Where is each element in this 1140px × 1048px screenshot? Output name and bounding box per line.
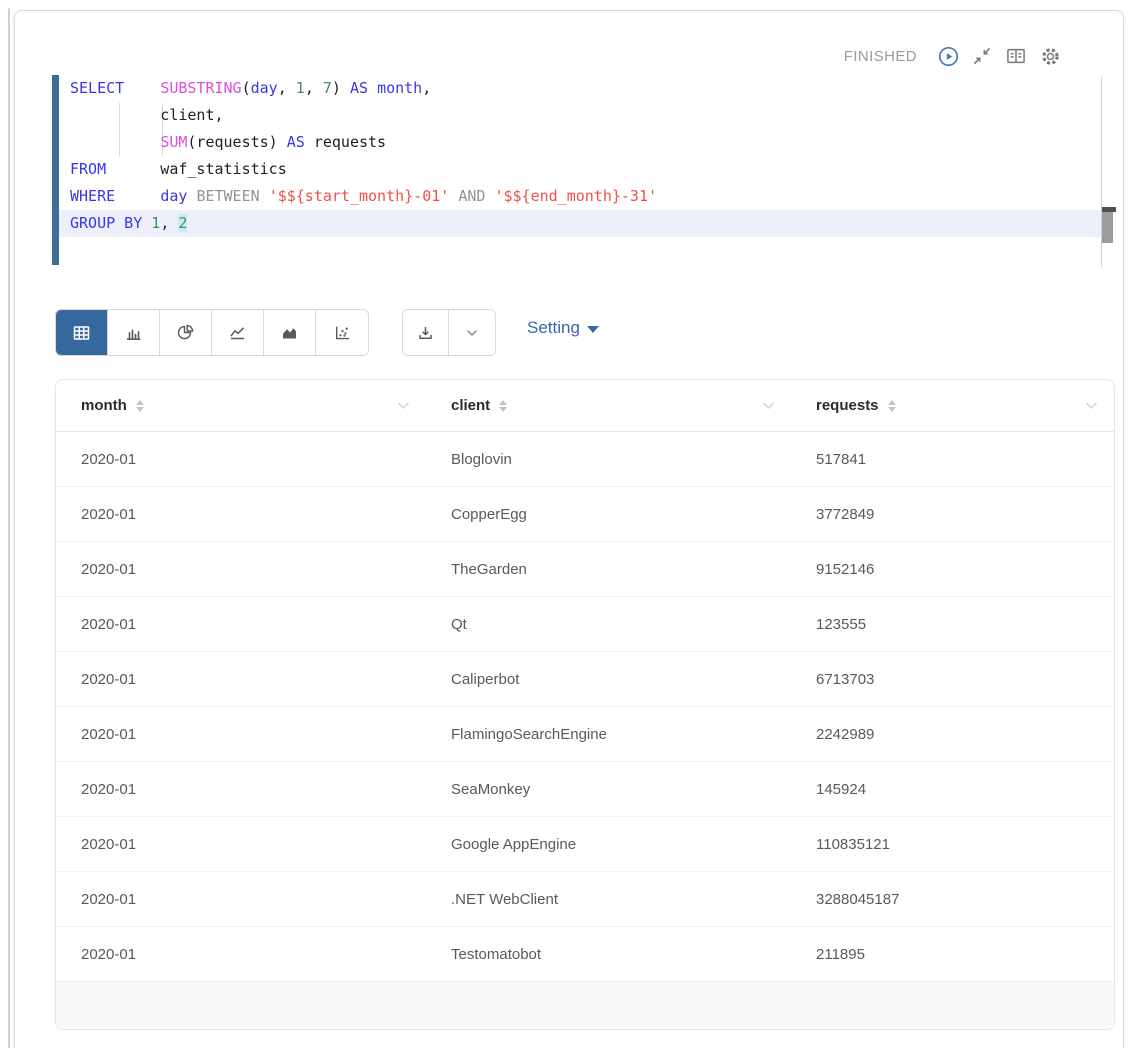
column-header-month[interactable]: month (56, 380, 426, 431)
sql-editor[interactable]: SELECT SUBSTRING(day, 1, 7) AS month, cl… (15, 11, 1140, 271)
sort-icon[interactable] (888, 400, 896, 412)
setting-dropdown[interactable]: Setting (527, 318, 599, 338)
table-view-icon (72, 324, 91, 342)
code-line[interactable]: client, (70, 102, 657, 129)
table-row[interactable]: 2020-01.NET WebClient3288045187 (56, 872, 1114, 927)
view-button-pie-chart[interactable] (160, 310, 212, 355)
column-filter-icon[interactable] (762, 401, 775, 410)
table-row[interactable]: 2020-01Caliperbot6713703 (56, 652, 1114, 707)
code-line[interactable]: GROUP BY 1, 2 (70, 210, 657, 237)
table-cell: 2242989 (791, 707, 1114, 761)
download-button[interactable] (403, 310, 449, 355)
table-row[interactable]: 2020-01Bloglovin517841 (56, 432, 1114, 487)
view-button-area-chart[interactable] (264, 310, 316, 355)
download-icon (416, 324, 435, 342)
download-options-button[interactable] (449, 310, 495, 355)
view-button-line-chart[interactable] (212, 310, 264, 355)
column-label: requests (816, 397, 879, 414)
table-cell: 211895 (791, 927, 1114, 981)
table-cell: .NET WebClient (426, 872, 791, 926)
sort-icon[interactable] (499, 400, 507, 412)
page: FINISHED (0, 0, 1140, 1048)
export-group (402, 309, 496, 356)
view-button-bar-chart[interactable] (108, 310, 160, 355)
table-cell: 2020-01 (56, 432, 426, 486)
table-cell: Google AppEngine (426, 817, 791, 871)
column-label: client (451, 397, 490, 414)
pie-chart-icon (176, 323, 195, 342)
code-line[interactable]: FROM waf_statistics (70, 156, 657, 183)
line-chart-icon (228, 324, 247, 342)
table-cell: Caliperbot (426, 652, 791, 706)
code-line[interactable]: WHERE day BETWEEN '$${start_month}-01' A… (70, 183, 657, 210)
table-cell: 9152146 (791, 542, 1114, 596)
column-label: month (81, 397, 127, 414)
column-header-requests[interactable]: requests (791, 380, 1114, 431)
code-line[interactable]: SELECT SUBSTRING(day, 1, 7) AS month, (70, 75, 657, 102)
column-header-client[interactable]: client (426, 380, 791, 431)
chevron-down-icon (463, 324, 481, 342)
view-button-table[interactable] (56, 310, 108, 355)
table-cell: Bloglovin (426, 432, 791, 486)
table-cell: TheGarden (426, 542, 791, 596)
table-cell: 145924 (791, 762, 1114, 816)
table-cell: SeaMonkey (426, 762, 791, 816)
table-row[interactable]: 2020-01Google AppEngine110835121 (56, 817, 1114, 872)
scatter-chart-icon (333, 324, 352, 342)
table-row[interactable]: 2020-01Qt123555 (56, 597, 1114, 652)
column-filter-icon[interactable] (397, 401, 410, 410)
table-row[interactable]: 2020-01SeaMonkey145924 (56, 762, 1114, 817)
table-cell: 123555 (791, 597, 1114, 651)
table-footer (56, 982, 1114, 1030)
table-row[interactable]: 2020-01CopperEgg3772849 (56, 487, 1114, 542)
table-body: 2020-01Bloglovin5178412020-01CopperEgg37… (56, 432, 1114, 982)
result-view-switcher (55, 309, 369, 356)
table-row[interactable]: 2020-01Testomatobot211895 (56, 927, 1114, 982)
table-cell: 2020-01 (56, 707, 426, 761)
caret-down-icon (587, 326, 599, 333)
sql-code[interactable]: SELECT SUBSTRING(day, 1, 7) AS month, cl… (70, 75, 657, 237)
table-cell: 3772849 (791, 487, 1114, 541)
results-table: month client requests 2020- (55, 379, 1115, 1030)
window-edge-divider (8, 8, 10, 1048)
table-cell: 517841 (791, 432, 1114, 486)
table-row[interactable]: 2020-01TheGarden9152146 (56, 542, 1114, 597)
bar-chart-icon (124, 324, 143, 342)
table-cell: 2020-01 (56, 487, 426, 541)
table-header-row: month client requests (56, 380, 1114, 432)
table-cell: 2020-01 (56, 542, 426, 596)
table-cell: 2020-01 (56, 927, 426, 981)
table-cell: 2020-01 (56, 762, 426, 816)
setting-label: Setting (527, 318, 580, 338)
editor-scrollbar-thumb[interactable] (1102, 212, 1113, 243)
table-cell: 2020-01 (56, 872, 426, 926)
table-cell: Qt (426, 597, 791, 651)
table-cell: Testomatobot (426, 927, 791, 981)
table-cell: CopperEgg (426, 487, 791, 541)
table-cell: 2020-01 (56, 652, 426, 706)
query-cell-card: FINISHED (14, 10, 1124, 1048)
table-cell: 2020-01 (56, 597, 426, 651)
column-filter-icon[interactable] (1085, 401, 1098, 410)
code-line[interactable]: SUM(requests) AS requests (70, 129, 657, 156)
editor-gutter-bar (52, 75, 59, 265)
table-cell: 110835121 (791, 817, 1114, 871)
table-row[interactable]: 2020-01FlamingoSearchEngine2242989 (56, 707, 1114, 762)
sort-icon[interactable] (136, 400, 144, 412)
table-cell: 3288045187 (791, 872, 1114, 926)
table-cell: 2020-01 (56, 817, 426, 871)
area-chart-icon (280, 324, 299, 342)
table-cell: FlamingoSearchEngine (426, 707, 791, 761)
table-cell: 6713703 (791, 652, 1114, 706)
view-button-scatter-chart[interactable] (316, 310, 368, 355)
